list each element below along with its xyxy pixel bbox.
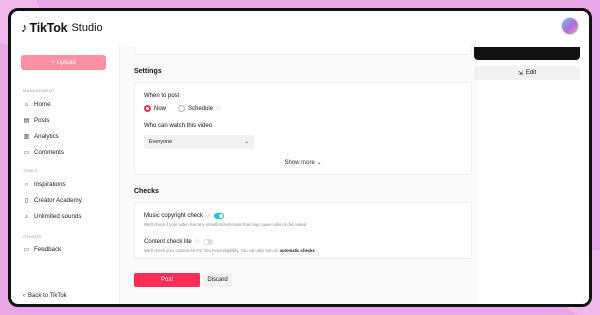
music-copyright-check: Music copyright check ⓘ	[144, 212, 225, 219]
app-window: ♪ TikTok Studio + Upload MANAGEMENT ⌂ Ho…	[8, 8, 592, 307]
radio-unselected-icon	[178, 105, 185, 112]
settings-card: When to post Now Schedule ⓘ Who can watc…	[134, 82, 472, 175]
feedback-icon: ▭	[23, 247, 30, 253]
tiktok-studio-logo[interactable]: ♪ TikTok Studio	[21, 20, 103, 35]
top-bar: ♪ TikTok Studio	[11, 11, 589, 47]
sidebar-item-label: Analytics	[34, 133, 59, 140]
sidebar-item-label: Creator Academy	[34, 197, 82, 204]
sidebar-item-home[interactable]: ⌂ Home	[23, 101, 51, 108]
avatar[interactable]	[561, 17, 579, 35]
radio-now-label: Now	[154, 105, 167, 112]
radio-schedule-label: Schedule	[188, 105, 214, 112]
edit-button[interactable]: ⇲ Edit	[474, 66, 580, 80]
sidebar: + Upload MANAGEMENT ⌂ Home ▤ Posts ▥ Ana…	[11, 47, 119, 304]
sidebar-item-creator-academy[interactable]: ▯ Creator Academy	[23, 197, 82, 204]
back-label: Back to TikTok	[28, 293, 67, 299]
edit-icon: ⇲	[517, 70, 523, 77]
lightbulb-icon: ○	[24, 181, 29, 188]
radio-selected-icon	[144, 105, 151, 112]
details-card-bottom	[134, 47, 472, 55]
checks-card: Music copyright check ⓘ We'll check if y…	[134, 202, 472, 259]
main-content: Settings When to post Now Schedule ⓘ Who…	[120, 47, 478, 304]
content-check-title: Content check lite	[144, 238, 192, 245]
info-icon: ⓘ	[206, 213, 212, 219]
preview-pane: ⇲ Edit	[474, 47, 589, 304]
video-preview[interactable]	[474, 47, 580, 60]
analytics-icon: ▥	[23, 134, 30, 140]
section-label-management: MANAGEMENT	[23, 88, 55, 93]
upload-label: Upload	[56, 59, 76, 66]
upload-button[interactable]: + Upload	[21, 55, 106, 70]
settings-heading: Settings	[134, 68, 162, 75]
sidebar-item-inspirations[interactable]: ○ Inspirations	[23, 181, 66, 188]
sidebar-item-label: Inspirations	[34, 181, 66, 188]
plus-icon: +	[51, 59, 55, 66]
show-more-label: Show more	[284, 160, 315, 166]
info-icon: ⓘ	[216, 106, 222, 112]
sidebar-item-analytics[interactable]: ▥ Analytics	[23, 133, 59, 140]
home-icon: ⌂	[24, 101, 29, 108]
audience-select[interactable]: Everyone ⌄	[144, 135, 254, 149]
comments-icon: ▭	[23, 150, 30, 156]
info-icon: ⓘ	[194, 239, 200, 245]
academy-icon: ▯	[24, 198, 29, 204]
tiktok-note-icon: ♪	[21, 20, 28, 35]
music-check-description: We'll check if your video has any unauth…	[144, 222, 308, 227]
discard-button[interactable]: Discard	[203, 273, 232, 287]
posts-icon: ▤	[23, 118, 30, 124]
edit-label: Edit	[525, 70, 537, 76]
content-check-toggle[interactable]	[202, 238, 213, 245]
sidebar-item-label: Home	[34, 101, 51, 108]
content-check-lite: Content check lite ⓘ	[144, 238, 213, 245]
content-check-desc-text: We'll check your content for For You Fee…	[144, 248, 279, 253]
audience-select-value: Everyone	[149, 139, 173, 145]
music-check-toggle[interactable]	[214, 212, 225, 219]
checks-heading: Checks	[134, 188, 159, 195]
sidebar-item-label: Feedback	[34, 246, 62, 253]
automatic-checks-link[interactable]: automatic checks	[280, 248, 315, 253]
content-check-description: We'll check your content for For You Fee…	[144, 248, 317, 253]
music-check-title: Music copyright check	[144, 212, 204, 219]
music-note-icon: ♪	[25, 213, 28, 220]
sidebar-item-comments[interactable]: ▭ Comments	[23, 149, 64, 156]
brand-name: TikTok	[29, 20, 68, 35]
section-label-tools: TOOLS	[23, 168, 38, 173]
post-button[interactable]: Post	[134, 273, 200, 287]
chevron-down-icon: ⌄	[244, 139, 249, 145]
chevron-right-icon: ›	[316, 248, 318, 253]
product-name: Studio	[71, 21, 103, 34]
radio-now[interactable]: Now	[144, 105, 166, 112]
chevron-down-icon: ⌄	[316, 160, 322, 166]
sidebar-item-unlimited-sounds[interactable]: ♪ Unlimited sounds	[23, 213, 81, 220]
sidebar-item-label: Comments	[34, 149, 64, 156]
sidebar-item-label: Unlimited sounds	[34, 213, 82, 220]
sidebar-item-posts[interactable]: ▤ Posts	[23, 117, 50, 124]
sidebar-item-label: Posts	[34, 117, 50, 124]
back-to-tiktok-link[interactable]: ‹ Back to TikTok	[23, 293, 67, 299]
chevron-left-icon: ‹	[23, 293, 25, 299]
radio-schedule[interactable]: Schedule ⓘ	[178, 105, 221, 112]
who-can-watch-label: Who can watch this video	[144, 123, 213, 129]
section-label-others: OTHERS	[23, 234, 42, 239]
sidebar-item-feedback[interactable]: ▭ Feedback	[23, 246, 62, 253]
show-more-button[interactable]: Show more ⌄	[135, 159, 471, 166]
when-to-post-label: When to post	[144, 93, 180, 99]
